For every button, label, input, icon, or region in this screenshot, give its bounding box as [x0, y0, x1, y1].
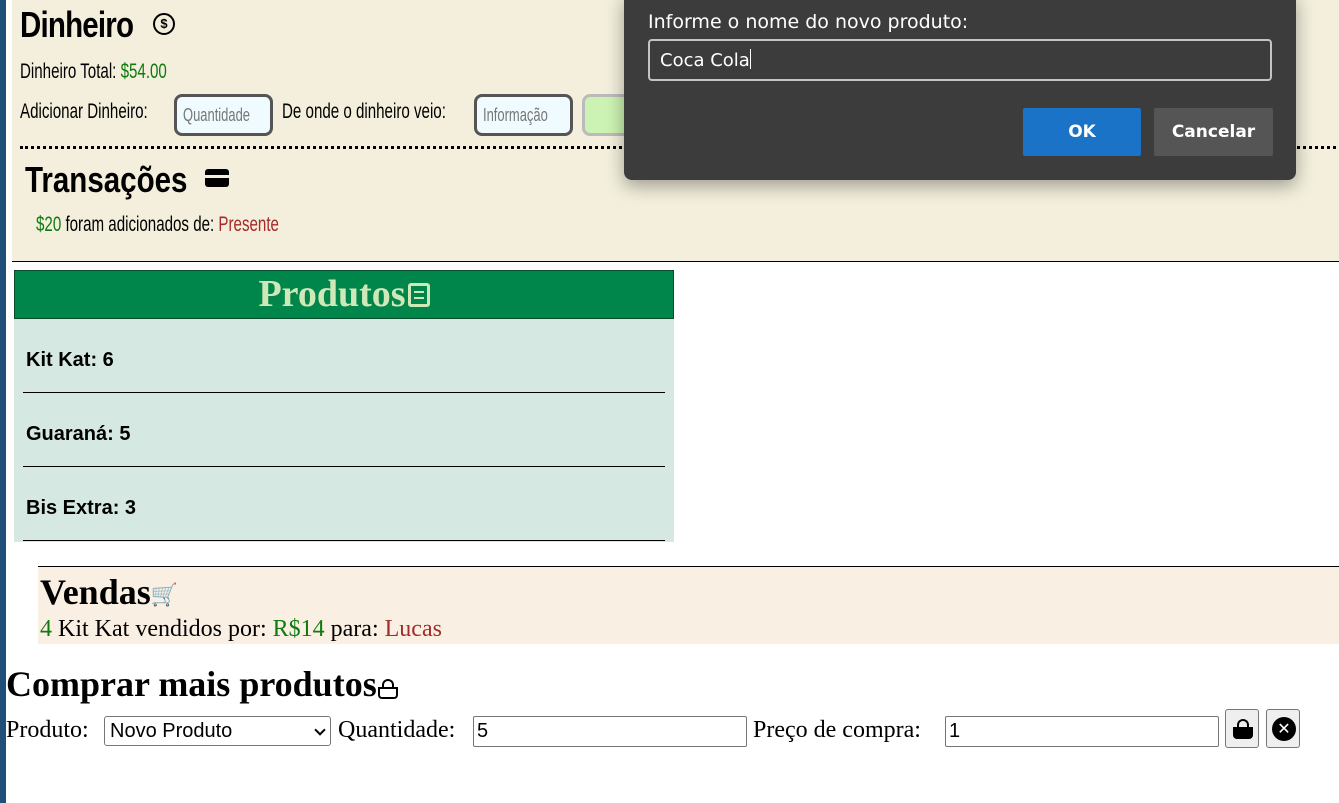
credit-card-icon	[205, 169, 229, 187]
sales-title: Vendas	[40, 572, 151, 612]
product-item: Kit Kat: 6	[23, 319, 665, 393]
ok-button[interactable]: OK	[1023, 108, 1141, 156]
product-label: Bis Extra: 3	[26, 497, 137, 519]
sale-to-text: para:	[330, 616, 379, 642]
money-quantity-input[interactable]: Quantidade	[174, 94, 273, 136]
close-circle-icon: ✕	[1272, 717, 1296, 741]
dialog-message: Informe o nome do novo produto:	[648, 11, 969, 33]
product-select-label: Produto:	[6, 717, 89, 743]
transaction-amount: $20	[36, 213, 62, 236]
products-title: Produtos	[258, 273, 406, 315]
sale-quantity: 4	[40, 616, 52, 642]
sales-title-row: Vendas🛒	[40, 571, 178, 613]
buy-quantity-input[interactable]: 5	[473, 716, 747, 747]
text-caret	[749, 49, 751, 69]
sale-product-text: Kit Kat vendidos por:	[58, 616, 267, 642]
products-header: Produtos	[14, 270, 674, 319]
cancel-button[interactable]: Cancelar	[1154, 108, 1273, 156]
dollar-coin-icon: $	[153, 13, 175, 35]
buy-confirm-button[interactable]	[1225, 709, 1259, 748]
buy-products-title: Comprar mais produtos	[6, 664, 377, 704]
money-source-placeholder: Informação	[483, 105, 548, 125]
transaction-text: foram adicionados de:	[65, 213, 215, 236]
money-source-input[interactable]: Informação	[474, 94, 573, 136]
dialog-text-input[interactable]: Coca Cola	[648, 39, 1272, 81]
product-select[interactable]: Novo Produto	[104, 716, 331, 746]
total-money-row: Dinheiro Total: $54.00	[20, 60, 167, 84]
buy-products-title-row: Comprar mais produtos	[6, 663, 399, 705]
product-item: Guaraná: 5	[23, 393, 665, 467]
buy-quantity-label: Quantidade:	[338, 717, 456, 743]
buy-quantity-value: 5	[477, 720, 489, 742]
product-item: Bis Extra: 3	[23, 467, 665, 541]
transactions-title: Transações	[25, 159, 188, 200]
money-source-label: De onde o dinheiro veio:	[282, 100, 446, 123]
transaction-source: Presente	[218, 213, 279, 236]
buy-cancel-button[interactable]: ✕	[1266, 709, 1300, 748]
basket-icon	[377, 679, 399, 699]
archive-box-icon	[407, 283, 430, 307]
chevron-down-icon	[314, 724, 326, 736]
sale-price: R$14	[272, 616, 325, 642]
sale-item: 4 Kit Kat vendidos por: R$14 para: Lucas	[40, 616, 442, 643]
buy-price-value: 1	[949, 720, 961, 742]
shopping-cart-icon: 🛒	[150, 582, 179, 607]
buy-price-label: Preço de compra:	[753, 717, 921, 743]
transaction-item: $20 foram adicionados de: Presente	[36, 213, 279, 237]
total-money-label: Dinheiro Total:	[20, 60, 117, 83]
sale-buyer: Lucas	[384, 616, 442, 642]
prompt-dialog: Informe o nome do novo produto: Coca Col…	[624, 0, 1296, 180]
total-money-value: $54.00	[120, 60, 167, 83]
product-select-value: Novo Produto	[110, 720, 233, 742]
money-title: Dinheiro	[20, 4, 134, 45]
dialog-input-value: Coca Cola	[660, 50, 750, 71]
add-money-label: Adicionar Dinheiro:	[20, 100, 148, 123]
sales-section: Vendas🛒 4 Kit Kat vendidos por: R$14 par…	[38, 566, 1339, 644]
products-section: Produtos Kit Kat: 6 Guaraná: 5 Bis Extra…	[14, 270, 674, 542]
money-quantity-placeholder: Quantidade	[183, 105, 251, 125]
product-label: Kit Kat: 6	[26, 349, 114, 371]
product-label: Guaraná: 5	[26, 423, 131, 445]
buy-price-input[interactable]: 1	[945, 716, 1219, 747]
basket-icon	[1232, 719, 1254, 739]
